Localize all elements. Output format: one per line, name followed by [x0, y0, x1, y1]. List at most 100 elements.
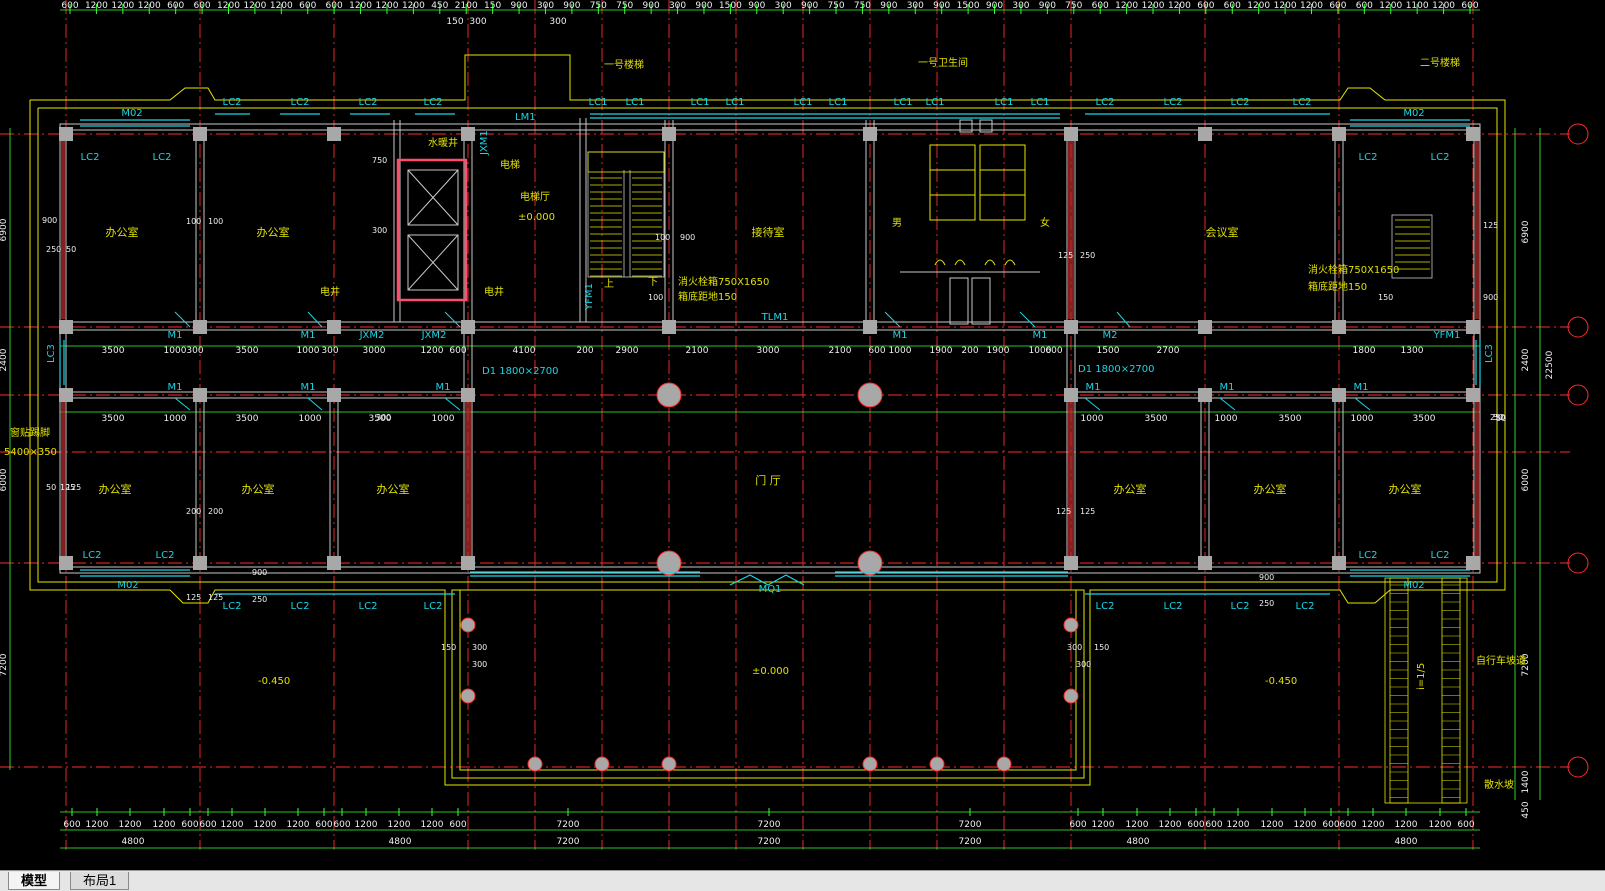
annotation-wc-m: 男: [892, 217, 902, 229]
door-label-lower: M1: [1086, 382, 1101, 393]
misc-dim-text: 50: [66, 245, 76, 254]
window-label-top: LC1: [726, 97, 745, 108]
top-dim-text: 1100: [1406, 1, 1429, 11]
mid-row-dim-text: 3500: [102, 346, 125, 356]
structural-column: [193, 556, 207, 570]
bottom-dim-text-2: 7200: [959, 837, 982, 847]
misc-dim-text: 300: [1067, 643, 1082, 652]
misc-dim-text: 125: [1483, 221, 1498, 230]
bottom-dim-text: 600: [333, 820, 350, 830]
misc-dim-text: 300: [1076, 660, 1091, 669]
top-dim-text: 900: [563, 1, 580, 11]
top-dim-text: 1200: [243, 1, 266, 11]
structural-column: [327, 388, 341, 402]
mid-row-dim-text: 300: [321, 346, 338, 356]
room-name: 办公室: [1254, 482, 1287, 496]
left-dim-text: 2400: [0, 348, 9, 371]
top-dim-text: 1200: [1379, 1, 1402, 11]
top-dim-text: 900: [986, 1, 1003, 11]
misc-dim-text: 300: [376, 413, 391, 422]
structural-column: [461, 388, 475, 402]
floor-plan-drawing[interactable]: 600 1200 1200 1200 600 600 1200 1200 1200 600 600 1…: [0, 0, 1605, 870]
misc-dim-text: 900: [252, 568, 267, 577]
structural-column: [1064, 320, 1078, 334]
annotation-elev-left: -0.450: [258, 676, 290, 687]
annotation-ramp-slope: i=1/5: [1416, 663, 1427, 690]
top-dim-text: 900: [643, 1, 660, 11]
top-dim-text: 600: [61, 1, 78, 11]
bottom-dim-text: 600: [1322, 820, 1339, 830]
elevator-label: 电井: [320, 285, 340, 298]
top-dim-text: 1200: [1300, 1, 1323, 11]
mid-row-dim-text: 200: [576, 346, 593, 356]
room-name: 办公室: [377, 482, 410, 496]
row-b-dim-text: 1000: [299, 414, 322, 424]
top-dim-text: 1200: [1247, 1, 1270, 11]
top-dim-text-2: 300: [549, 17, 566, 27]
window-label-side: LC2: [1359, 152, 1378, 163]
row-b-dim-text: 1000: [1081, 414, 1104, 424]
window-label-side: LC2: [1359, 550, 1378, 561]
window-label-top: LC2: [424, 97, 443, 108]
top-dim-text: 900: [933, 1, 950, 11]
mid-row-dim-text: 1000: [889, 346, 912, 356]
window-label-side: LC2: [83, 550, 102, 561]
door-label-lower: M1: [168, 382, 183, 393]
misc-dim-text: 300: [472, 660, 487, 669]
right-dim-text: 450: [1521, 801, 1531, 818]
room-name: 办公室: [257, 225, 290, 239]
window-label-top: LC2: [1096, 97, 1115, 108]
mid-row-dim-text: 1000: [164, 346, 187, 356]
structural-column: [1332, 320, 1346, 334]
window-label-top: LC2: [1293, 97, 1312, 108]
top-dim-text: 600: [326, 1, 343, 11]
window-label-top: LC1: [894, 97, 913, 108]
misc-dim-text: 900: [1259, 573, 1274, 582]
axis-bubbles: [1567, 123, 1589, 778]
misc-dim-text: 50: [46, 483, 56, 492]
window-label-top: LC1: [995, 97, 1014, 108]
misc-dim-text: 100: [186, 217, 201, 226]
mid-row-dim-text: 1900: [987, 346, 1010, 356]
stair-1: [587, 151, 665, 278]
cad-model-space[interactable]: 600 1200 1200 1200 600 600 1200 1200 1200 600 600 1…: [0, 0, 1605, 870]
mid-row-dim-text: 600: [449, 346, 466, 356]
tab-model[interactable]: 模型: [8, 872, 61, 890]
top-dim-text: 1500: [957, 1, 980, 11]
bottom-dim-text-2: 7200: [758, 837, 781, 847]
mid-row-dim-text: 1200: [421, 346, 444, 356]
layout-tab-bar: 模型 布局1: [0, 870, 1605, 891]
dimension-ticks: [69, 4, 1471, 816]
door-label: M1: [1033, 330, 1048, 341]
stair-2-treads: [1395, 219, 1430, 270]
misc-dim-text: 125: [66, 483, 81, 492]
top-dim-text-2: 150: [446, 17, 463, 27]
bottom-dim-text: 1200: [1395, 820, 1418, 830]
window-label-side: LC2: [153, 152, 172, 163]
annotation-wc-f: 女: [1040, 216, 1050, 229]
structural-column: [1466, 320, 1480, 334]
door-label: TLM1: [761, 312, 789, 323]
mid-row-dim-text: 300: [186, 346, 203, 356]
tab-layout-1[interactable]: 布局1: [70, 872, 130, 890]
top-dim-text: 1200: [1274, 1, 1297, 11]
dimension-text: 600 1200 1200 1200 600 600 1200 1200 1200 600 600 1…: [0, 1, 1555, 847]
misc-dim-text: 100: [208, 217, 223, 226]
top-dim-text: 300: [537, 1, 554, 11]
misc-dim-text: 900: [680, 233, 695, 242]
structural-column: [461, 556, 475, 570]
bottom-dim-text: 600: [181, 820, 198, 830]
window-label-top: LC1: [926, 97, 945, 108]
bottom-dim-text: 600: [199, 820, 216, 830]
elevator-label: LC3: [1484, 344, 1495, 363]
room-name: 办公室: [106, 225, 139, 239]
structural-column: [1466, 127, 1480, 141]
room-name: 办公室: [99, 482, 132, 496]
elevator-label: LC3: [46, 344, 57, 363]
room-name: 办公室: [1389, 482, 1422, 496]
window-label-bottom: LC2: [1096, 601, 1115, 612]
window-label-top: LC2: [359, 97, 378, 108]
window-label-bottom: LC2: [1164, 601, 1183, 612]
window-label-side: LC2: [1431, 152, 1450, 163]
door-label-lower: M1: [436, 382, 451, 393]
